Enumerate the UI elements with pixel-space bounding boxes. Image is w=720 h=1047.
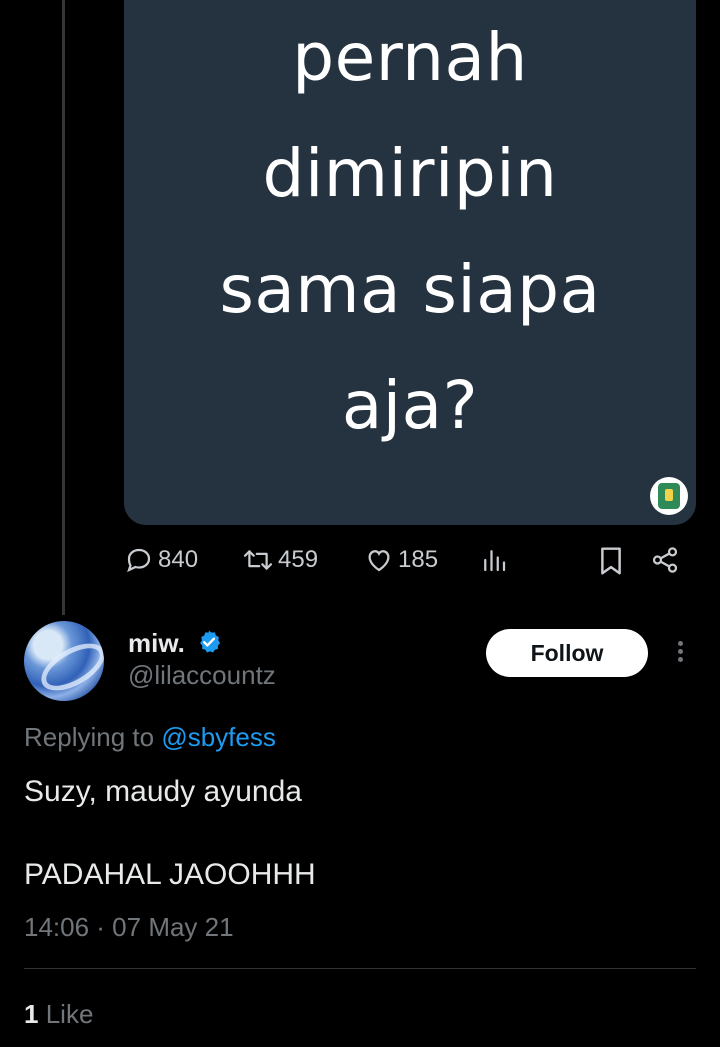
likes-count: 1 (24, 999, 39, 1029)
analytics-icon (484, 550, 506, 572)
tweet-action-bar: 840 459 185 (124, 545, 696, 581)
more-options-icon[interactable] (670, 638, 690, 668)
share-button[interactable] (650, 545, 680, 575)
heart-icon (368, 550, 390, 572)
avatar[interactable] (24, 621, 104, 701)
like-button[interactable]: 185 (364, 545, 438, 575)
reply-button[interactable]: 840 (124, 545, 198, 575)
media-text-line: pernah (292, 19, 528, 96)
bookmark-button[interactable] (596, 545, 626, 577)
tweet-text: PADAHAL JAOOHHH (24, 858, 316, 891)
display-name[interactable]: miw. (128, 628, 185, 659)
likes-summary[interactable]: 1 Like (24, 999, 93, 1030)
mention-link[interactable]: @sbyfess (161, 722, 276, 752)
replying-to: Replying to @sbyfess (24, 722, 276, 753)
media-text-line: aja? (341, 367, 479, 444)
views-button[interactable] (479, 545, 509, 575)
bookmark-icon (601, 547, 621, 575)
tweet-text: Suzy, maudy ayunda (24, 775, 302, 808)
retweet-icon (243, 550, 273, 570)
reply-count: 840 (158, 546, 199, 573)
thread-connector-line (62, 0, 65, 615)
divider (24, 968, 696, 969)
user-handle[interactable]: @lilaccountz (128, 660, 276, 691)
reply-icon (127, 548, 151, 573)
likes-label: Like (45, 999, 94, 1029)
follow-button[interactable]: Follow (486, 629, 648, 677)
replying-prefix: Replying to (24, 722, 155, 752)
tweet-timestamp[interactable]: 14:06 · 07 May 21 (24, 912, 234, 943)
share-icon (652, 547, 678, 573)
media-text-line: dimiripin (262, 135, 558, 212)
media-text-line: sama siapa (219, 251, 601, 328)
city-emblem-icon (650, 477, 688, 515)
media-image[interactable]: pernah dimiripin sama siapa aja? (124, 0, 696, 525)
verified-badge-icon (200, 630, 221, 653)
retweet-count: 459 (278, 546, 319, 573)
like-count: 185 (398, 546, 439, 573)
media-text: pernah dimiripin sama siapa aja? (124, 0, 696, 464)
retweet-button[interactable]: 459 (242, 545, 318, 575)
